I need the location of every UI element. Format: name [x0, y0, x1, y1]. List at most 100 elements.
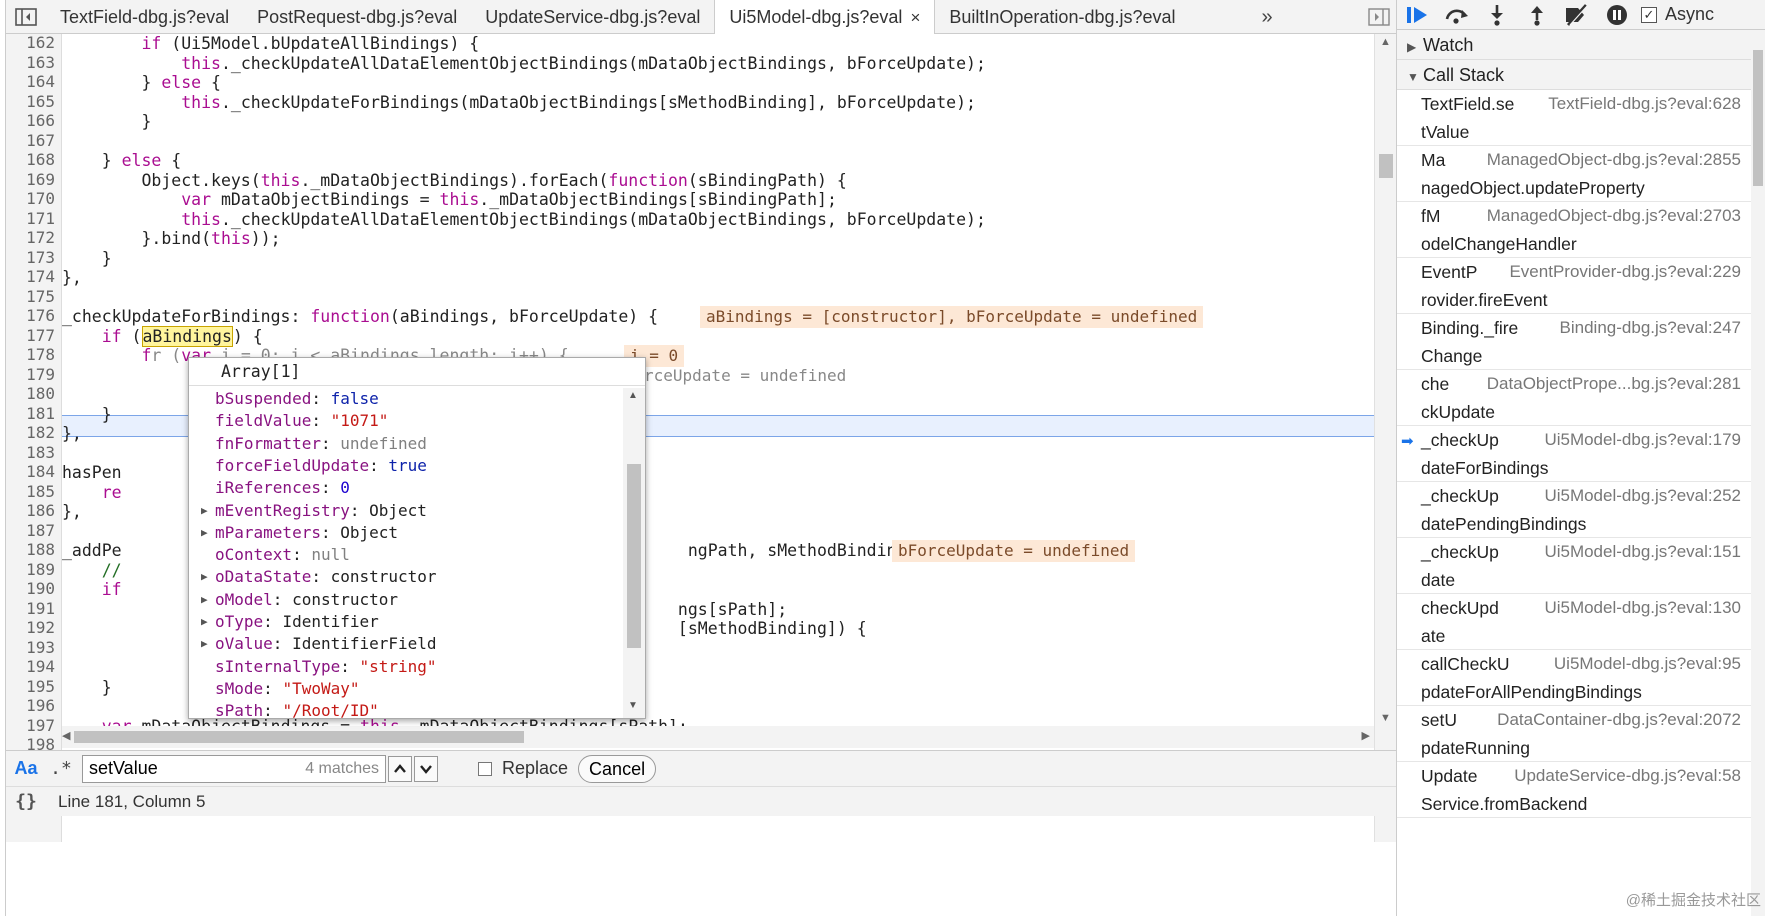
popover-property-list[interactable]: bSuspended: false fieldValue: "1071" fnFor…	[189, 388, 623, 718]
frame-location-link[interactable]: Ui5Model-dbg.js?eval:179	[1544, 430, 1741, 450]
tab-3[interactable]: Ui5Model-dbg.js?eval ×	[714, 0, 936, 34]
step-over-button[interactable]	[1437, 0, 1477, 30]
frame-location-link[interactable]: UpdateService-dbg.js?eval:58	[1514, 766, 1741, 786]
pretty-print-button[interactable]: {}	[6, 791, 46, 812]
line-number[interactable]: 190	[6, 579, 55, 598]
popover-property[interactable]: forceFieldUpdate: true	[215, 455, 427, 477]
popover-property[interactable]: bSuspended: false	[215, 388, 379, 410]
line-number[interactable]: 194	[6, 657, 55, 676]
call-frame[interactable]: _checkUp Ui5Model-dbg.js?eval:151 date	[1397, 538, 1765, 594]
call-frame[interactable]: checkUpd Ui5Model-dbg.js?eval:130 ate	[1397, 594, 1765, 650]
scroll-down-arrow-icon[interactable]: ▼	[628, 700, 638, 711]
popover-property[interactable]: iReferences: 0	[215, 477, 350, 499]
previous-match-button[interactable]	[388, 755, 412, 782]
popover-property[interactable]: fieldValue: "1071"	[215, 410, 388, 432]
object-preview-popover[interactable]: Array[1] bSuspended: false fieldValue: "1…	[188, 357, 646, 719]
watch-section-header[interactable]: ▶ Watch	[1397, 30, 1765, 60]
popover-property[interactable]: ▶ mEventRegistry: Object	[201, 500, 427, 522]
line-number-gutter[interactable]: 162 163 164 165 166 167 168 169 170 171 172 173 174 1…	[6, 34, 62, 842]
line-number[interactable]: 189	[6, 560, 55, 579]
call-frame[interactable]: EventP EventProvider-dbg.js?eval:229 rovid…	[1397, 258, 1765, 314]
resume-button[interactable]	[1397, 0, 1437, 30]
line-number[interactable]: 179	[6, 365, 55, 384]
expand-triangle-icon[interactable]: ▶	[201, 500, 208, 522]
expand-triangle-icon[interactable]: ▶	[201, 633, 208, 655]
line-number[interactable]: 187	[6, 521, 55, 540]
line-number[interactable]: 166	[6, 111, 55, 130]
editor-vertical-scrollbar[interactable]: ▲ ▼	[1374, 34, 1396, 842]
line-number[interactable]: 195	[6, 677, 55, 696]
expand-triangle-icon[interactable]: ▶	[201, 589, 208, 611]
line-number[interactable]: 178	[6, 345, 55, 364]
line-number[interactable]: 168	[6, 150, 55, 169]
line-number[interactable]: 167	[6, 131, 55, 150]
frame-location-link[interactable]: EventProvider-dbg.js?eval:229	[1509, 262, 1741, 282]
line-number[interactable]: 170	[6, 189, 55, 208]
popover-property[interactable]: ▶ oModel: constructor	[201, 589, 398, 611]
line-number[interactable]: 191	[6, 599, 55, 618]
popover-property[interactable]: ▶ oType: Identifier	[201, 611, 379, 633]
expand-triangle-icon[interactable]: ▶	[201, 611, 208, 633]
editor-horizontal-scrollbar[interactable]: ◀ ▶	[62, 726, 1374, 748]
close-icon[interactable]: ×	[910, 8, 920, 27]
deactivate-breakpoints-button[interactable]	[1557, 0, 1597, 30]
line-number[interactable]: 173	[6, 248, 55, 267]
line-number[interactable]: 183	[6, 443, 55, 462]
debugger-scroll-thumb[interactable]	[1753, 50, 1763, 186]
call-frame[interactable]: _checkUp Ui5Model-dbg.js?eval:252 datePend…	[1397, 482, 1765, 538]
toggle-navigator-button[interactable]	[6, 0, 46, 34]
line-number[interactable]: 196	[6, 696, 55, 715]
popover-property[interactable]: ▶ oDataState: constructor	[201, 566, 437, 588]
call-frame[interactable]: che DataObjectPrope...bg.js?eval:281 ckUpd…	[1397, 370, 1765, 426]
next-match-button[interactable]	[414, 755, 438, 782]
line-number[interactable]: 180	[6, 384, 55, 403]
async-toggle[interactable]: ✓ Async	[1641, 4, 1714, 25]
popover-property[interactable]: ▶ oValue: IdentifierField	[201, 633, 437, 655]
popover-property[interactable]: fnFormatter: undefined	[215, 433, 427, 455]
call-frame[interactable]: ➡ _checkUp Ui5Model-dbg.js?eval:179 dateFor…	[1397, 426, 1765, 482]
pause-on-exceptions-button[interactable]	[1597, 0, 1637, 30]
line-number[interactable]: 163	[6, 53, 55, 72]
debugger-scrollbar[interactable]	[1751, 30, 1765, 916]
tab-4[interactable]: BuiltInOperation-dbg.js?eval	[935, 0, 1189, 34]
scroll-left-arrow-icon[interactable]: ◀	[62, 729, 70, 742]
frame-location-link[interactable]: DataContainer-dbg.js?eval:2072	[1497, 710, 1741, 730]
expand-triangle-icon[interactable]: ▶	[201, 566, 208, 588]
line-number[interactable]: 162	[6, 34, 55, 52]
frame-location-link[interactable]: DataObjectPrope...bg.js?eval:281	[1487, 374, 1741, 394]
regex-button[interactable]: .*	[46, 758, 76, 779]
line-number[interactable]: 169	[6, 170, 55, 189]
line-number[interactable]: 175	[6, 287, 55, 306]
async-checkbox[interactable]: ✓	[1641, 6, 1657, 23]
line-number[interactable]: 192	[6, 618, 55, 637]
line-number[interactable]: 174	[6, 267, 55, 286]
tab-overflow-button[interactable]: »	[1252, 0, 1282, 34]
popover-scroll-thumb[interactable]	[627, 464, 641, 648]
tab-2[interactable]: UpdateService-dbg.js?eval	[471, 0, 714, 34]
call-frame[interactable]: callCheckU Ui5Model-dbg.js?eval:95 pdateFo…	[1397, 650, 1765, 706]
expand-triangle-icon[interactable]: ▶	[201, 522, 208, 544]
line-number[interactable]: 186	[6, 501, 55, 520]
scroll-up-arrow-icon[interactable]: ▲	[628, 390, 638, 401]
call-frame[interactable]: setU DataContainer-dbg.js?eval:2072 pdateR…	[1397, 706, 1765, 762]
scroll-down-arrow-icon[interactable]: ▼	[1380, 712, 1391, 724]
scroll-up-arrow-icon[interactable]: ▲	[1380, 36, 1391, 48]
toggle-debugger-button[interactable]	[1368, 7, 1390, 27]
replace-checkbox[interactable]	[478, 761, 492, 776]
frame-location-link[interactable]: Ui5Model-dbg.js?eval:130	[1544, 598, 1741, 618]
line-number[interactable]: 182	[6, 423, 55, 442]
popover-property[interactable]: sPath: "/Root/ID"	[215, 700, 379, 718]
line-number[interactable]: 177	[6, 326, 55, 345]
tab-0[interactable]: TextField-dbg.js?eval	[46, 0, 243, 34]
frame-location-link[interactable]: Ui5Model-dbg.js?eval:252	[1544, 486, 1741, 506]
popover-property[interactable]: sMode: "TwoWay"	[215, 678, 360, 700]
frame-location-link[interactable]: TextField-dbg.js?eval:628	[1548, 94, 1741, 114]
line-number[interactable]: 176	[6, 306, 55, 325]
line-number[interactable]: 188	[6, 540, 55, 559]
match-case-button[interactable]: Aa	[6, 758, 46, 779]
call-frame[interactable]: fM ManagedObject-dbg.js?eval:2703 odelChan…	[1397, 202, 1765, 258]
step-out-button[interactable]	[1517, 0, 1557, 30]
line-number[interactable]: 185	[6, 482, 55, 501]
frame-location-link[interactable]: Ui5Model-dbg.js?eval:151	[1544, 542, 1741, 562]
cancel-button[interactable]: Cancel	[578, 754, 657, 783]
